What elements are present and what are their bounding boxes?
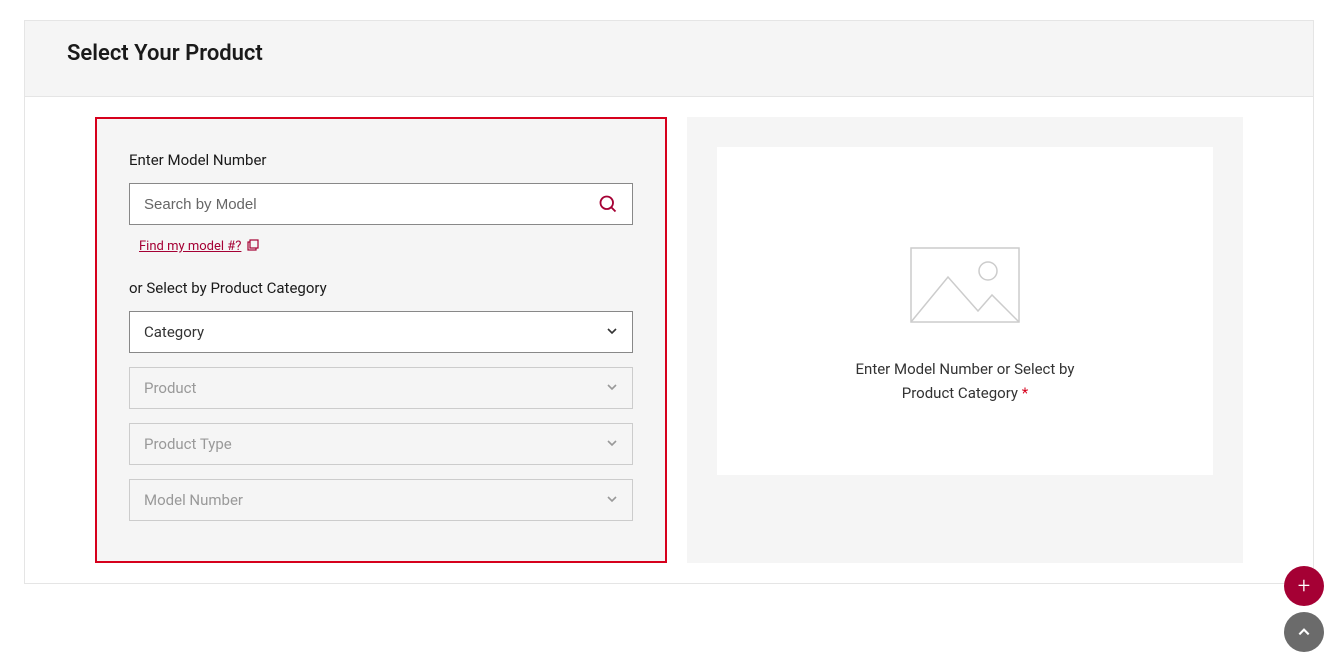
product-type-select-value: Product Type (144, 435, 232, 453)
product-select-value: Product (144, 379, 196, 397)
preview-prompt-line1: Enter Model Number or Select by (856, 360, 1075, 378)
right-preview-panel: Enter Model Number or Select by Product … (687, 117, 1243, 563)
product-selector-card: Select Your Product Enter Model Number F… (24, 20, 1314, 584)
popup-icon (247, 239, 259, 255)
page-title: Select Your Product (67, 41, 1271, 66)
chevron-up-icon (1297, 625, 1311, 639)
chevron-down-icon (606, 379, 618, 397)
preview-card: Enter Model Number or Select by Product … (717, 147, 1213, 475)
preview-prompt: Enter Model Number or Select by Product … (777, 357, 1153, 405)
card-body: Enter Model Number Find my model #? (25, 97, 1313, 583)
model-number-label: Enter Model Number (129, 151, 633, 169)
fab-plus-button[interactable]: + (1284, 566, 1324, 606)
product-select: Product (129, 367, 633, 409)
plus-icon: + (1298, 574, 1310, 599)
category-select[interactable]: Category (129, 311, 633, 353)
chevron-down-icon (606, 491, 618, 509)
fab-scroll-top-button[interactable] (1284, 612, 1324, 652)
model-search-input[interactable] (129, 183, 633, 225)
left-form-panel: Enter Model Number Find my model #? (95, 117, 667, 563)
product-type-select: Product Type (129, 423, 633, 465)
search-button[interactable] (587, 183, 629, 225)
chevron-down-icon (606, 435, 618, 453)
search-icon (598, 194, 618, 214)
find-model-link[interactable]: Find my model #? (139, 239, 259, 255)
search-wrapper (129, 183, 633, 225)
card-header: Select Your Product (25, 21, 1313, 97)
model-number-select-value: Model Number (144, 491, 243, 509)
preview-prompt-line2: Product Category (902, 384, 1018, 402)
model-number-select: Model Number (129, 479, 633, 521)
required-asterisk: * (1022, 384, 1028, 402)
category-select-value: Category (144, 323, 204, 341)
find-model-link-text: Find my model #? (139, 239, 241, 254)
chevron-down-icon (606, 323, 618, 341)
category-section-label: or Select by Product Category (129, 279, 633, 297)
image-placeholder-icon (910, 247, 1020, 323)
